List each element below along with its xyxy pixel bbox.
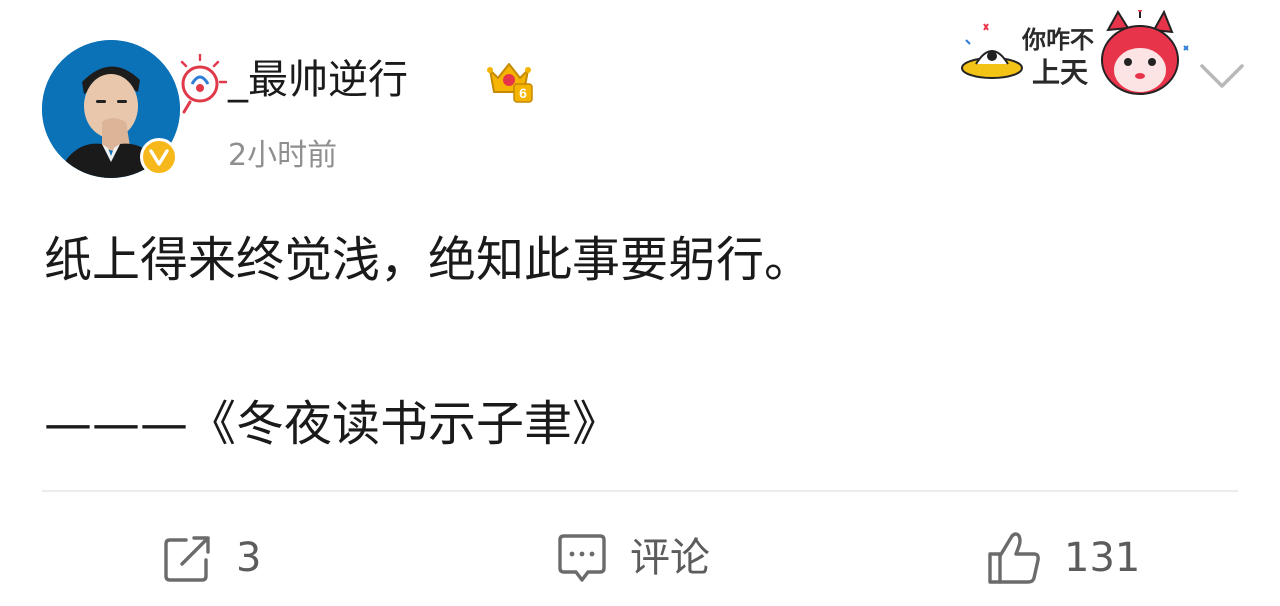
crown-badge-icon[interactable]: 6 — [484, 56, 534, 104]
like-count: 131 — [1064, 535, 1141, 581]
avatar-pendant-icon — [180, 54, 228, 114]
like-button[interactable]: 131 — [984, 526, 1140, 590]
badge-level: 6 — [519, 85, 527, 101]
repost-button[interactable]: 3 — [160, 526, 261, 590]
author-avatar[interactable] — [42, 40, 228, 178]
comment-button[interactable]: 评论 — [554, 526, 710, 590]
post-time: 2小时前 — [228, 138, 338, 173]
post-text-line-1: 纸上得来终觉浅，绝知此事要躬行。 — [44, 232, 813, 288]
thumbs-up-icon — [988, 532, 1040, 584]
verified-badge — [140, 138, 178, 176]
verified-v-icon — [149, 149, 169, 166]
weibo-post-card: _最帅逆行 6 2小时前 你咋不 上天 纸上得来终觉浅，绝知此事要躬行。 ———… — [0, 0, 1280, 606]
sticker-text-line2: 上天 — [1032, 56, 1088, 89]
divider — [42, 490, 1238, 492]
author-name[interactable]: _最帅逆行 — [228, 52, 408, 108]
chevron-down-icon[interactable] — [1192, 56, 1252, 96]
comment-label: 评论 — [630, 535, 710, 581]
sticker-text-line1: 你咋不 — [1021, 26, 1094, 54]
repost-icon — [164, 536, 210, 582]
repost-count: 3 — [236, 535, 262, 581]
post-text-line-2: ———《冬夜读书示子聿》 — [44, 396, 621, 452]
sticker-image: 你咋不 上天 — [961, 10, 1189, 95]
comment-icon — [558, 534, 606, 582]
